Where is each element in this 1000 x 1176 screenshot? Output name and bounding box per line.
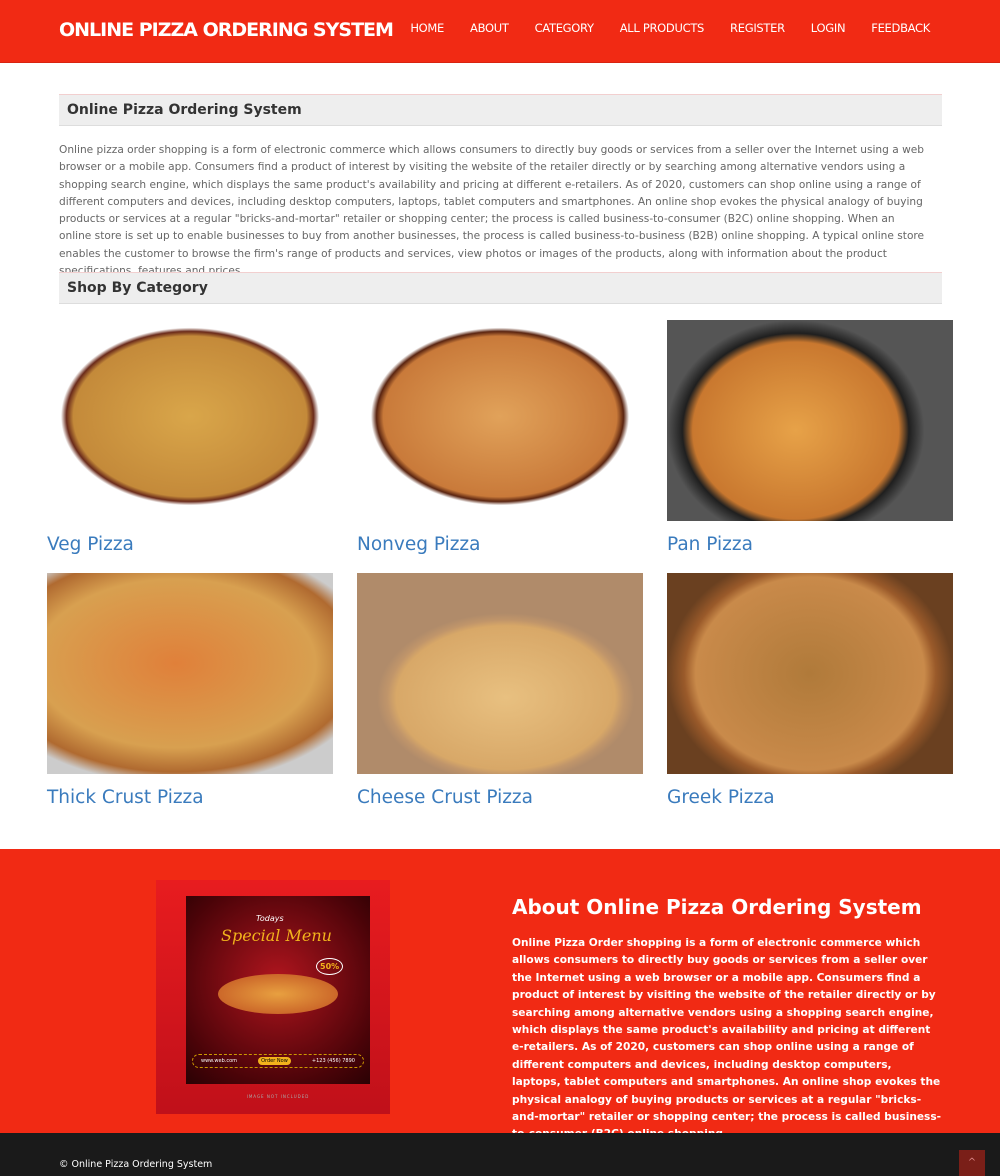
poster-phone: +123 (456) 7890 <box>311 1058 355 1064</box>
nav-register[interactable]: REGISTER <box>730 21 785 35</box>
chevron-up-icon: ^ <box>967 1157 977 1168</box>
poster-pizza <box>218 974 338 1014</box>
pan-pizza-image[interactable] <box>667 320 953 521</box>
thick-crust-pizza-image[interactable] <box>47 573 333 774</box>
poster-note: IMAGE NOT INCLUDED <box>246 1094 310 1099</box>
brand-logo[interactable]: ONLINE PIZZA ORDERING SYSTEM <box>59 19 394 41</box>
poster-cta: Order Now <box>258 1057 291 1065</box>
category-title[interactable]: Greek Pizza <box>667 787 775 808</box>
back-to-top-button[interactable]: ^ <box>959 1150 985 1176</box>
main-nav: HOME ABOUT CATEGORY ALL PRODUCTS REGISTE… <box>410 21 930 35</box>
about-text: Online Pizza Order shopping is a form of… <box>512 937 942 1140</box>
category-heading: Shop By Category <box>59 272 942 304</box>
special-menu-poster: Todays Special Menu 50% www.web.com Orde… <box>156 880 390 1114</box>
header: ONLINE PIZZA ORDERING SYSTEM HOME ABOUT … <box>0 0 1000 63</box>
nonveg-pizza-image[interactable] <box>357 320 643 521</box>
nav-category[interactable]: CATEGORY <box>535 21 594 35</box>
nav-home[interactable]: HOME <box>410 21 444 35</box>
intro-text: Online pizza order shopping is a form of… <box>59 144 925 277</box>
poster-url: www.web.com <box>201 1058 238 1064</box>
veg-pizza-image[interactable] <box>47 320 333 521</box>
category-title[interactable]: Cheese Crust Pizza <box>357 787 533 808</box>
nav-login[interactable]: LOGIN <box>811 21 846 35</box>
nav-about[interactable]: ABOUT <box>470 21 509 35</box>
nav-all-products[interactable]: ALL PRODUCTS <box>620 21 705 35</box>
category-title[interactable]: Nonveg Pizza <box>357 534 480 555</box>
intro-heading: Online Pizza Ordering System <box>59 94 942 126</box>
nav-feedback[interactable]: FEEDBACK <box>871 21 930 35</box>
copyright: © Online Pizza Ordering System <box>59 1159 213 1170</box>
bottom-footer: © Online Pizza Ordering System ^ <box>0 1133 1000 1176</box>
category-title[interactable]: Veg Pizza <box>47 534 134 555</box>
poster-text: Todays <box>256 914 284 923</box>
category-card-greek[interactable]: Greek Pizza <box>667 573 953 808</box>
category-card-nonveg[interactable]: Nonveg Pizza <box>357 320 643 555</box>
poster-title: Special Menu <box>221 926 332 945</box>
cheese-crust-pizza-image[interactable] <box>357 573 643 774</box>
category-title[interactable]: Pan Pizza <box>667 534 753 555</box>
category-card-cheese-crust[interactable]: Cheese Crust Pizza <box>357 573 643 808</box>
category-card-veg[interactable]: Veg Pizza <box>47 320 333 555</box>
about-section: Todays Special Menu 50% www.web.com Orde… <box>0 849 1000 1140</box>
category-card-thick-crust[interactable]: Thick Crust Pizza <box>47 573 333 808</box>
poster-bar: www.web.com Order Now +123 (456) 7890 <box>192 1054 364 1068</box>
category-title[interactable]: Thick Crust Pizza <box>47 787 204 808</box>
category-card-pan[interactable]: Pan Pizza <box>667 320 953 555</box>
poster-badge: 50% <box>316 958 344 975</box>
greek-pizza-image[interactable] <box>667 573 953 774</box>
about-title: About Online Pizza Ordering System <box>512 895 922 919</box>
